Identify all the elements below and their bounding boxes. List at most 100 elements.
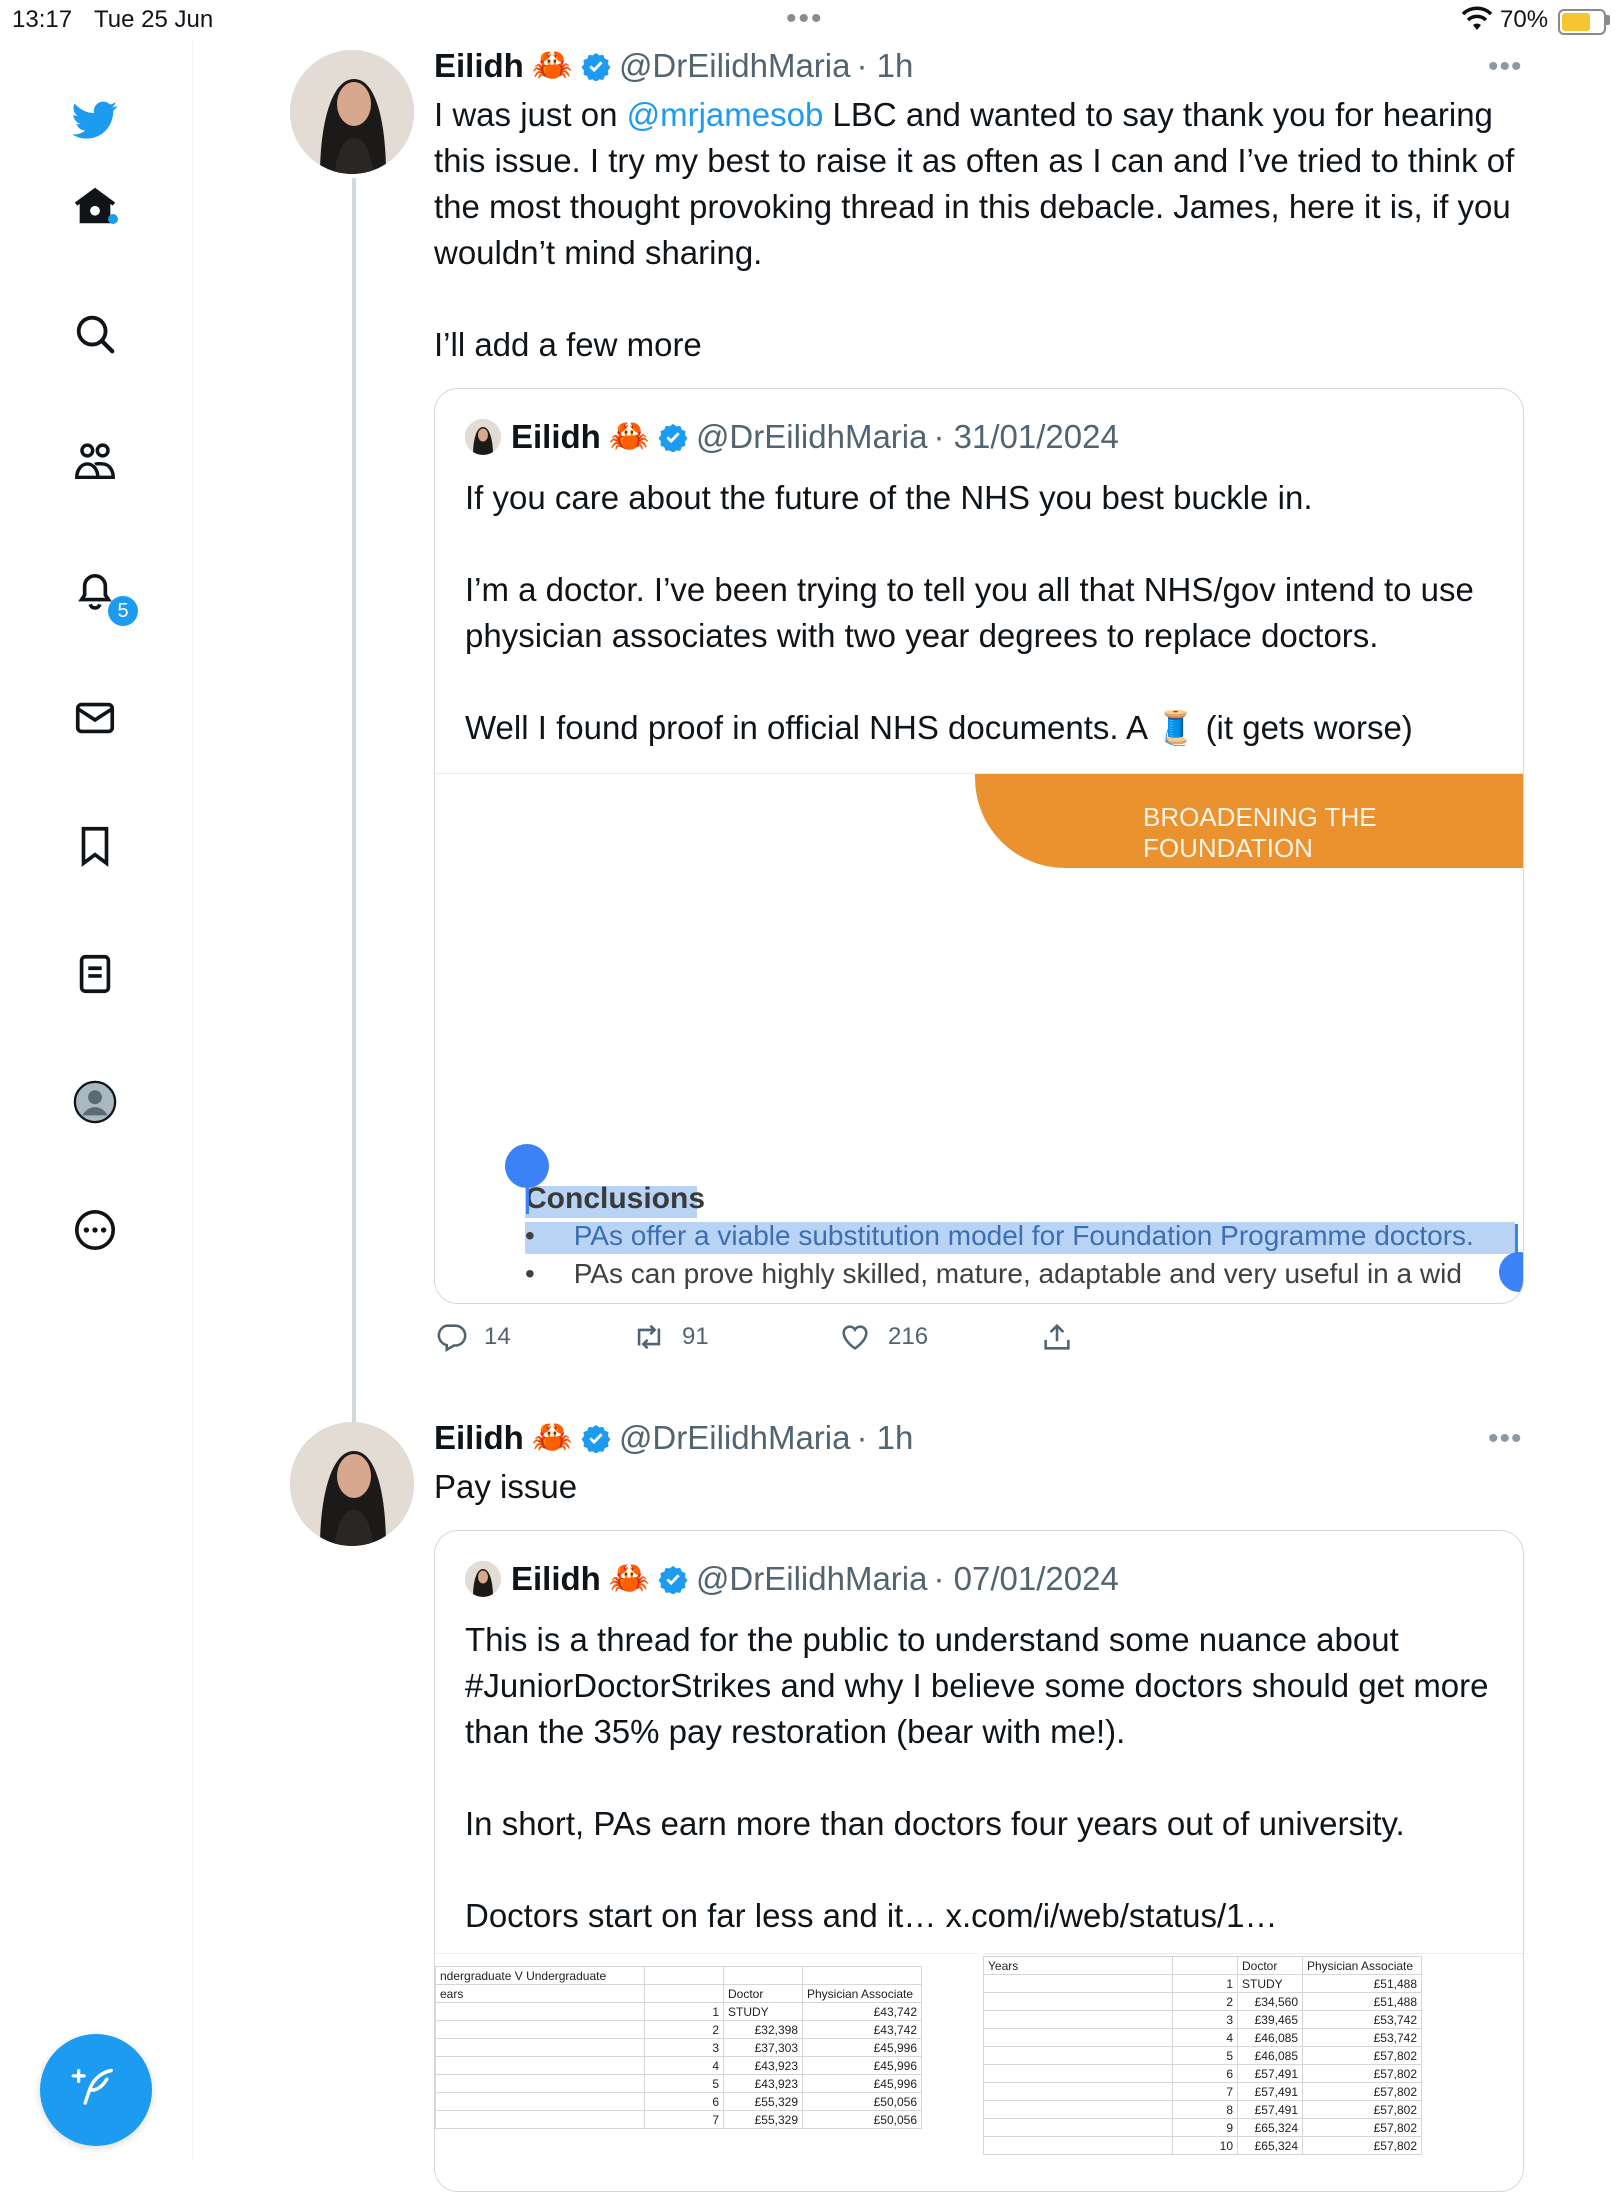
sheet-cell (435, 2092, 645, 2111)
sheet-cell (435, 2056, 645, 2075)
quote-author-handle: @DrEilidhMaria (695, 417, 928, 455)
sheet-cell (983, 2028, 1173, 2047)
sheet-cell: £50,056 (802, 2092, 922, 2111)
crab-emoji: 🦀 (531, 46, 573, 83)
sheet-cell: £57,802 (1302, 2064, 1422, 2083)
bookmarks-icon[interactable] (65, 816, 125, 876)
quote-author-handle: @DrEilidhMaria (695, 1559, 928, 1597)
reply-button[interactable]: 14 (434, 1320, 511, 1354)
sheet-row: 2 £34,560 £51,488 (983, 1992, 1422, 2011)
sheet-cell: £32,398 (723, 2020, 803, 2039)
search-icon[interactable] (65, 304, 125, 364)
retweet-button[interactable]: 91 (632, 1320, 709, 1354)
multitasking-dots[interactable]: ••• (786, 2, 824, 36)
sheet-cell: £57,491 (1237, 2064, 1303, 2083)
sheet-cell: £57,491 (1237, 2100, 1303, 2119)
sheet-header: Physician Associate (1302, 1956, 1422, 1975)
thread-connector (352, 178, 356, 1424)
sheet-cell: 2 (644, 2020, 724, 2039)
sheet-row: 2 £32,398 £43,742 (435, 2020, 922, 2039)
bullet-text: PAs offer a viable substitution model fo… (573, 1220, 1474, 1251)
tweet-time[interactable]: · 1h (857, 1419, 914, 1457)
sheet-cell: 6 (644, 2092, 724, 2111)
tweet-time[interactable]: · 1h (857, 47, 914, 85)
sheet-cell (435, 2110, 645, 2129)
quote-avatar (465, 1560, 501, 1597)
quote-text: This is a thread for the public to under… (465, 1621, 1489, 1934)
spreadsheet-image-left[interactable]: ndergraduate V Undergraduate ears Doctor P… (435, 1953, 977, 2174)
share-button[interactable] (1040, 1320, 1090, 1354)
quoted-tweet[interactable]: Eilidh 🦀 @DrEilidhMaria · 31/01/2024 If … (434, 388, 1524, 1304)
sheet-cell: £45,996 (802, 2038, 922, 2057)
sheet-cell: £51,488 (1302, 1974, 1422, 1993)
sheet-row: 8 £57,491 £57,802 (983, 2100, 1422, 2119)
sheet-cell: 4 (644, 2056, 724, 2075)
sheet-cell: £55,329 (723, 2092, 803, 2111)
selection-handle-end[interactable] (1499, 1252, 1523, 1292)
sheet-row: 3 £37,303 £45,996 (435, 2038, 922, 2057)
notifications-badge: 5 (108, 596, 138, 626)
sheet-cell: £53,742 (1302, 2028, 1422, 2047)
sheet-header: Doctor (1237, 1956, 1303, 1975)
avatar[interactable] (290, 1422, 414, 1546)
avatar[interactable] (290, 50, 414, 174)
sheet-cell: £37,303 (723, 2038, 803, 2057)
sheet-cell: £57,491 (1237, 2082, 1303, 2101)
author-handle[interactable]: @DrEilidhMaria (619, 1419, 851, 1457)
status-date: Tue 25 Jun (94, 6, 214, 33)
sheet-row: 3 £39,465 £53,742 (983, 2010, 1422, 2029)
mention-link[interactable]: @mrjamesob (627, 96, 824, 133)
sheet-cell: £53,742 (1302, 2010, 1422, 2029)
spreadsheet-table: ndergraduate V Undergraduate ears Doctor P… (435, 1966, 922, 2129)
author-handle[interactable]: @DrEilidhMaria (619, 47, 851, 85)
retweet-count: 91 (682, 1323, 709, 1350)
feather-plus-icon (71, 2068, 113, 2105)
quote-author-name: Eilidh (511, 1559, 601, 1597)
heart-icon (842, 1325, 868, 1350)
tweet-more-button[interactable]: ••• (1488, 1422, 1523, 1456)
author-name[interactable]: Eilidh (434, 47, 524, 85)
tweet-header: Eilidh 🦀 @DrEilidhMaria · 1h (434, 1418, 913, 1457)
communities-icon[interactable] (65, 432, 125, 492)
sheet-cell: 7 (644, 2110, 724, 2129)
sheet-cell: 4 (1172, 2028, 1238, 2047)
sheet-row: 6 £57,491 £57,802 (983, 2064, 1422, 2083)
sheet-cell: 7 (1172, 2082, 1238, 2101)
tweet-text: I was just on @mrjamesob LBC and wanted … (434, 92, 1534, 368)
battery-fill (1562, 13, 1590, 31)
sheet-cell: £65,324 (1237, 2136, 1303, 2155)
sheet-cell: 1 (644, 2002, 724, 2021)
quoted-tweet[interactable]: Eilidh 🦀 @DrEilidhMaria · 07/01/2024 Thi… (434, 1530, 1524, 2192)
sheet-cell: £43,923 (723, 2056, 803, 2075)
home-unread-dot (108, 214, 118, 224)
reply-icon (437, 1324, 467, 1353)
sheet-cell: £43,742 (802, 2020, 922, 2039)
profile-icon[interactable] (65, 1072, 125, 1132)
sheet-cell: 5 (644, 2074, 724, 2093)
author-name[interactable]: Eilidh (434, 1419, 524, 1457)
compose-button[interactable] (40, 2034, 152, 2146)
like-button[interactable]: 216 (838, 1320, 928, 1354)
sheet-row: 10 £65,324 £57,802 (983, 2136, 1422, 2155)
wifi-icon (1462, 6, 1492, 30)
lists-icon[interactable] (65, 944, 125, 1004)
tweet-more-button[interactable]: ••• (1488, 50, 1523, 84)
sheet-cell: £57,802 (1302, 2100, 1422, 2119)
more-icon[interactable] (65, 1200, 125, 1260)
home-icon[interactable] (65, 176, 125, 236)
messages-icon[interactable] (65, 688, 125, 748)
quote-image[interactable]: BROADENING THE FOUNDATION Conclusions • … (435, 773, 1523, 1303)
spreadsheet-image-right[interactable]: Years Doctor Physician Associate 1 STUDY £51… (983, 1953, 1523, 2174)
quote-author-name: Eilidh (511, 417, 601, 455)
twitter-logo-icon[interactable] (65, 90, 125, 150)
battery-tip (1606, 15, 1610, 25)
image-bullet: • PAs offer a viable substitution model … (525, 1220, 1474, 1251)
sheet-cell: £43,742 (802, 2002, 922, 2021)
sheet-header: Doctor (723, 1984, 803, 2003)
sheet-cell: 5 (1172, 2046, 1238, 2065)
sheet-row: 4 £46,085 £53,742 (983, 2028, 1422, 2047)
sheet-cell: £39,465 (1237, 2010, 1303, 2029)
sheet-cell: 2 (1172, 1992, 1238, 2011)
crab-emoji: 🦀 (531, 1418, 573, 1455)
sheet-row: 4 £43,923 £45,996 (435, 2056, 922, 2075)
